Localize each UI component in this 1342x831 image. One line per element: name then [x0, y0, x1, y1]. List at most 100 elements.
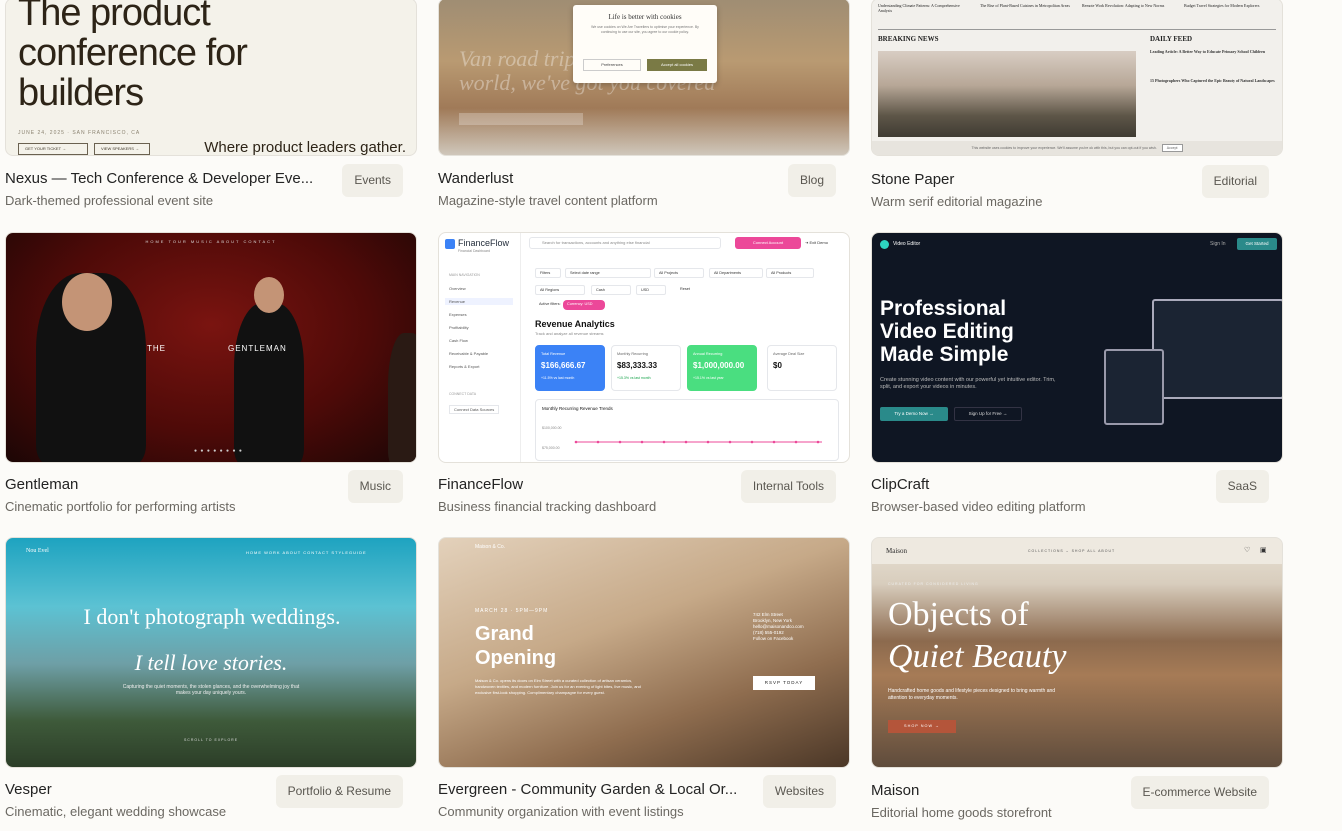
- daily-feed-heading: DAILY FEED: [1150, 35, 1193, 43]
- card-title[interactable]: Gentleman: [5, 476, 325, 493]
- nexus-thumbnail[interactable]: The product conference for builders JUNE…: [5, 0, 417, 156]
- card-title[interactable]: FinanceFlow: [438, 476, 758, 493]
- nav-revenue[interactable]: Revenue: [445, 298, 513, 305]
- reset-button[interactable]: Reset: [676, 285, 700, 295]
- feed-item[interactable]: Leading Article: A Better Way to Educate…: [1150, 49, 1278, 54]
- connect-sources-button[interactable]: Connect Data Sources: [449, 405, 500, 414]
- category-tag[interactable]: SaaS: [1215, 470, 1269, 503]
- vesper-headline-2: I tell love stories.: [134, 650, 288, 675]
- kpi-value: $0: [773, 361, 782, 370]
- maison-subtext: Handcrafted home goods and lifestyle pie…: [888, 688, 1056, 701]
- news-item: Remote Work Revolution: Adapting to New …: [1082, 3, 1165, 8]
- signin-link[interactable]: Sign In: [1210, 241, 1226, 247]
- card-title[interactable]: Wanderlust: [438, 170, 758, 187]
- news-item: Budget Travel Strategies for Modern Expl…: [1184, 3, 1260, 8]
- bag-icon[interactable]: ▣: [1260, 546, 1267, 554]
- try-demo-button[interactable]: Try a Demo Now →: [880, 407, 948, 421]
- revenue-analytics-sub: Track and analyze all revenue streams: [535, 331, 604, 336]
- connect-account-button[interactable]: Connect Account: [735, 237, 801, 249]
- gentleman-thumbnail[interactable]: HOME TOUR MUSIC ABOUT CONTACT THE GENTLE…: [5, 232, 417, 463]
- projects-select[interactable]: All Projects: [654, 268, 704, 278]
- mrr-chart: Monthly Recurring Revenue Trends $100,00…: [535, 399, 839, 461]
- nav-expenses[interactable]: Expenses: [449, 312, 467, 317]
- category-tag[interactable]: Portfolio & Resume: [275, 775, 403, 808]
- category-tag[interactable]: Blog: [787, 164, 836, 197]
- card-title[interactable]: Evergreen - Community Garden & Local Or.…: [438, 781, 758, 798]
- cookie-bar: This website uses cookies to improve you…: [872, 141, 1282, 155]
- video-editor-logo-icon: [880, 240, 889, 249]
- category-tag[interactable]: Internal Tools: [740, 470, 836, 503]
- departments-select[interactable]: All Departments: [709, 268, 763, 278]
- financeflow-search[interactable]: Search for transactions, accounts and an…: [529, 237, 721, 249]
- performer-right: [234, 303, 304, 462]
- vesper-brand: Nou Evel: [26, 548, 49, 554]
- card-title[interactable]: ClipCraft: [871, 476, 1191, 493]
- performer-right-face: [254, 277, 284, 313]
- performer-edge: [388, 333, 416, 462]
- products-select[interactable]: All Products: [766, 268, 814, 278]
- cookie-preferences-button[interactable]: Preferences: [583, 59, 641, 71]
- active-filter-chip[interactable]: Currency: USD: [563, 300, 605, 310]
- category-tag[interactable]: Music: [347, 470, 403, 503]
- cash-select[interactable]: Cash: [591, 285, 631, 295]
- category-tag[interactable]: Websites: [762, 775, 836, 808]
- nav-cashflow[interactable]: Cash Flow: [449, 338, 468, 343]
- evergreen-brand: Maison & Co.: [475, 544, 506, 550]
- card-description: Dark-themed professional event site: [5, 193, 214, 208]
- shop-now-button[interactable]: SHOP NOW →: [888, 720, 956, 733]
- currency-select[interactable]: USD: [636, 285, 666, 295]
- card-description: Magazine-style travel content platform: [438, 193, 658, 208]
- kpi-monthly-recurring: Monthly Recurring $83,333.33 +15.3% vs l…: [611, 345, 681, 391]
- clipcraft-brand: Video Editor: [893, 241, 921, 247]
- nexus-ticket-button[interactable]: GET YOUR TICKET →: [18, 143, 88, 155]
- category-tag[interactable]: Events: [342, 164, 403, 197]
- top-news: Understanding Climate Patterns: A Compre…: [878, 0, 1276, 19]
- regions-select[interactable]: All Regions: [535, 285, 585, 295]
- vesper-scroll[interactable]: SCROLL TO EXPLORE: [6, 738, 416, 742]
- card-description: Cinematic portfolio for performing artis…: [5, 499, 236, 514]
- maison-brand: Maison: [886, 547, 907, 555]
- date-range-select[interactable]: Select date range: [565, 268, 651, 278]
- signup-button[interactable]: Sign Up for Free →: [954, 407, 1022, 421]
- stonepaper-thumbnail[interactable]: Understanding Climate Patterns: A Compre…: [871, 0, 1283, 156]
- vesper-thumbnail[interactable]: Nou Evel HOME WORK ABOUT CONTACT STYLEGU…: [5, 537, 417, 768]
- financeflow-sidebar: FinanceFlow Financial Dashboard MAIN NAV…: [439, 233, 521, 462]
- evergreen-headline: Grand Opening: [475, 623, 557, 669]
- feed-item[interactable]: 15 Photographers Who Captured the Epic B…: [1150, 78, 1278, 83]
- category-tag[interactable]: Editorial: [1201, 165, 1269, 198]
- maison-thumbnail[interactable]: Maison COLLECTIONS ⌄ SHOP ALL ABOUT ♡ ▣ …: [871, 537, 1283, 768]
- nexus-speakers-button[interactable]: VIEW SPEAKERS →: [94, 143, 150, 155]
- card-title[interactable]: Stone Paper: [871, 171, 1191, 188]
- evergreen-body: Maison & Co. opens its doors on Elm Stre…: [475, 678, 641, 695]
- wanderlust-thumbnail[interactable]: Van road tripsworld, we've got you cover…: [438, 0, 850, 156]
- divider: [878, 29, 1276, 30]
- heart-icon[interactable]: ♡: [1244, 546, 1250, 554]
- cookie-accept-button[interactable]: Accept all cookies: [647, 59, 707, 71]
- chart-line: [574, 440, 822, 444]
- tablet-mockup: [1104, 349, 1164, 425]
- cookie-bar-accept[interactable]: Accept: [1161, 144, 1183, 152]
- card-description: Cinematic, elegant wedding showcase: [5, 804, 227, 819]
- maison-headline: Objects of Quiet Beauty: [888, 594, 1066, 678]
- nav-overview[interactable]: Overview: [449, 286, 466, 291]
- laptop-mockup: [1152, 299, 1282, 399]
- get-started-button[interactable]: Get Started: [1237, 238, 1277, 250]
- financeflow-thumbnail[interactable]: FinanceFlow Financial Dashboard MAIN NAV…: [438, 232, 850, 463]
- clipcraft-headline: Professional Video Editing Made Simple: [880, 297, 1014, 366]
- nav-receivable[interactable]: Receivable & Payable: [449, 351, 488, 356]
- filters-button[interactable]: Filters: [535, 268, 561, 278]
- active-filters-label: Active filters:: [539, 302, 561, 306]
- exit-demo-button[interactable]: ⇥ Exit Demo: [805, 237, 845, 249]
- connect-header: CONNECT DATA: [449, 392, 477, 396]
- rsvp-button[interactable]: RSVP TODAY: [753, 676, 815, 690]
- card-description: Browser-based video editing platform: [871, 499, 1086, 514]
- nexus-tagline: Where product leaders gather.: [204, 139, 406, 156]
- evergreen-thumbnail[interactable]: Maison & Co. MARCH 28 · 5PM—9PM Grand Op…: [438, 537, 850, 768]
- kpi-label: Monthly Recurring: [617, 352, 648, 356]
- nav-profitability[interactable]: Profitability: [449, 325, 469, 330]
- category-tag[interactable]: E-commerce Website: [1130, 776, 1269, 809]
- nav-reports[interactable]: Reports & Export: [449, 364, 479, 369]
- card-title[interactable]: Nexus — Tech Conference & Developer Eve.…: [5, 170, 325, 187]
- carousel-dots[interactable]: ● ● ● ● ● ● ● ●: [194, 448, 243, 454]
- clipcraft-thumbnail[interactable]: Video Editor Sign In Get Started Profess…: [871, 232, 1283, 463]
